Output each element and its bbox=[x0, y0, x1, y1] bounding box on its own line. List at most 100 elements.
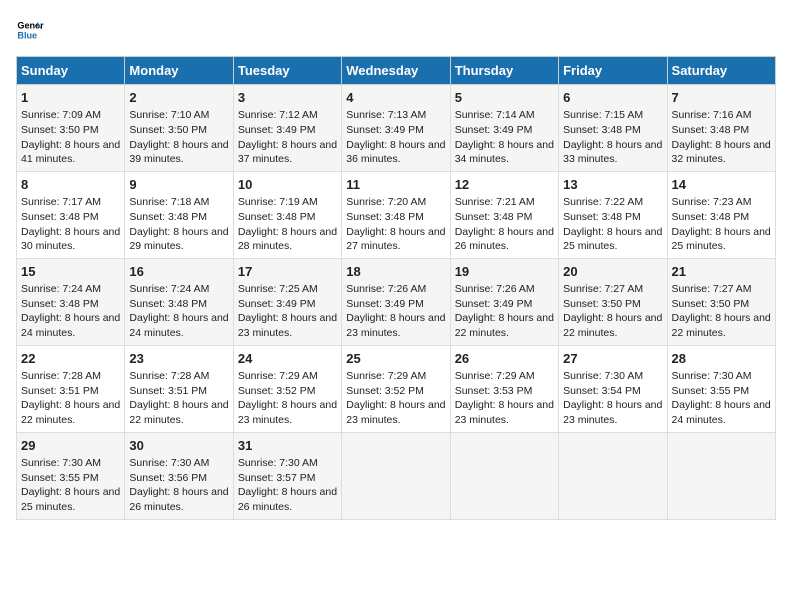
day-number: 2 bbox=[129, 89, 228, 107]
calendar-week-2: 8Sunrise: 7:17 AMSunset: 3:48 PMDaylight… bbox=[17, 171, 776, 258]
sunset-info: Sunset: 3:57 PM bbox=[238, 472, 316, 484]
sunrise-info: Sunrise: 7:26 AM bbox=[455, 283, 535, 295]
day-number: 20 bbox=[563, 263, 662, 281]
daylight-info: Daylight: 8 hours and 27 minutes. bbox=[346, 226, 445, 253]
day-number: 7 bbox=[672, 89, 771, 107]
header: General Blue bbox=[16, 16, 776, 44]
day-number: 25 bbox=[346, 350, 445, 368]
sunrise-info: Sunrise: 7:28 AM bbox=[129, 370, 209, 382]
daylight-info: Daylight: 8 hours and 29 minutes. bbox=[129, 226, 228, 253]
daylight-info: Daylight: 8 hours and 41 minutes. bbox=[21, 139, 120, 166]
day-number: 22 bbox=[21, 350, 120, 368]
col-header-thursday: Thursday bbox=[450, 57, 558, 85]
sunset-info: Sunset: 3:48 PM bbox=[563, 124, 641, 136]
daylight-info: Daylight: 8 hours and 25 minutes. bbox=[672, 226, 771, 253]
day-number: 3 bbox=[238, 89, 337, 107]
sunset-info: Sunset: 3:48 PM bbox=[129, 211, 207, 223]
calendar-cell: 2Sunrise: 7:10 AMSunset: 3:50 PMDaylight… bbox=[125, 85, 233, 172]
day-number: 9 bbox=[129, 176, 228, 194]
daylight-info: Daylight: 8 hours and 23 minutes. bbox=[238, 399, 337, 426]
sunset-info: Sunset: 3:48 PM bbox=[672, 211, 750, 223]
col-header-saturday: Saturday bbox=[667, 57, 775, 85]
daylight-info: Daylight: 8 hours and 34 minutes. bbox=[455, 139, 554, 166]
calendar-cell: 28Sunrise: 7:30 AMSunset: 3:55 PMDayligh… bbox=[667, 345, 775, 432]
calendar-cell bbox=[450, 432, 558, 519]
sunrise-info: Sunrise: 7:29 AM bbox=[455, 370, 535, 382]
col-header-tuesday: Tuesday bbox=[233, 57, 341, 85]
day-number: 4 bbox=[346, 89, 445, 107]
sunrise-info: Sunrise: 7:23 AM bbox=[672, 196, 752, 208]
daylight-info: Daylight: 8 hours and 26 minutes. bbox=[238, 486, 337, 513]
calendar-cell: 4Sunrise: 7:13 AMSunset: 3:49 PMDaylight… bbox=[342, 85, 450, 172]
calendar-cell: 12Sunrise: 7:21 AMSunset: 3:48 PMDayligh… bbox=[450, 171, 558, 258]
calendar-cell: 23Sunrise: 7:28 AMSunset: 3:51 PMDayligh… bbox=[125, 345, 233, 432]
day-number: 24 bbox=[238, 350, 337, 368]
daylight-info: Daylight: 8 hours and 23 minutes. bbox=[455, 399, 554, 426]
day-number: 1 bbox=[21, 89, 120, 107]
calendar-table: SundayMondayTuesdayWednesdayThursdayFrid… bbox=[16, 56, 776, 520]
sunset-info: Sunset: 3:49 PM bbox=[346, 124, 424, 136]
daylight-info: Daylight: 8 hours and 25 minutes. bbox=[21, 486, 120, 513]
day-number: 27 bbox=[563, 350, 662, 368]
col-header-sunday: Sunday bbox=[17, 57, 125, 85]
calendar-cell: 13Sunrise: 7:22 AMSunset: 3:48 PMDayligh… bbox=[559, 171, 667, 258]
sunset-info: Sunset: 3:49 PM bbox=[346, 298, 424, 310]
sunrise-info: Sunrise: 7:16 AM bbox=[672, 109, 752, 121]
daylight-info: Daylight: 8 hours and 22 minutes. bbox=[129, 399, 228, 426]
day-number: 5 bbox=[455, 89, 554, 107]
sunrise-info: Sunrise: 7:27 AM bbox=[672, 283, 752, 295]
sunrise-info: Sunrise: 7:24 AM bbox=[21, 283, 101, 295]
sunset-info: Sunset: 3:48 PM bbox=[21, 211, 99, 223]
calendar-cell bbox=[559, 432, 667, 519]
day-number: 6 bbox=[563, 89, 662, 107]
daylight-info: Daylight: 8 hours and 22 minutes. bbox=[21, 399, 120, 426]
daylight-info: Daylight: 8 hours and 23 minutes. bbox=[238, 312, 337, 339]
day-number: 18 bbox=[346, 263, 445, 281]
sunrise-info: Sunrise: 7:26 AM bbox=[346, 283, 426, 295]
day-number: 14 bbox=[672, 176, 771, 194]
calendar-cell: 1Sunrise: 7:09 AMSunset: 3:50 PMDaylight… bbox=[17, 85, 125, 172]
sunrise-info: Sunrise: 7:14 AM bbox=[455, 109, 535, 121]
sunset-info: Sunset: 3:48 PM bbox=[672, 124, 750, 136]
daylight-info: Daylight: 8 hours and 25 minutes. bbox=[563, 226, 662, 253]
sunset-info: Sunset: 3:51 PM bbox=[21, 385, 99, 397]
sunrise-info: Sunrise: 7:10 AM bbox=[129, 109, 209, 121]
calendar-cell: 14 Sunrise: 7:23 AM Sunset: 3:48 PM Dayligh… bbox=[667, 171, 775, 258]
day-number: 15 bbox=[21, 263, 120, 281]
svg-text:General: General bbox=[17, 21, 44, 31]
calendar-week-4: 22 Sunrise: 7:28 AM Sunset: 3:51 PM Dayligh… bbox=[17, 345, 776, 432]
sunset-info: Sunset: 3:50 PM bbox=[129, 124, 207, 136]
daylight-info: Daylight: 8 hours and 33 minutes. bbox=[563, 139, 662, 166]
sunrise-info: Sunrise: 7:19 AM bbox=[238, 196, 318, 208]
daylight-info: Daylight: 8 hours and 23 minutes. bbox=[346, 399, 445, 426]
day-number: 16 bbox=[129, 263, 228, 281]
col-header-monday: Monday bbox=[125, 57, 233, 85]
sunrise-info: Sunrise: 7:30 AM bbox=[21, 457, 101, 469]
calendar-cell: 3Sunrise: 7:12 AMSunset: 3:49 PMDaylight… bbox=[233, 85, 341, 172]
col-header-wednesday: Wednesday bbox=[342, 57, 450, 85]
sunrise-info: Sunrise: 7:30 AM bbox=[238, 457, 318, 469]
day-number: 26 bbox=[455, 350, 554, 368]
calendar-cell: 7Sunrise: 7:16 AMSunset: 3:48 PMDaylight… bbox=[667, 85, 775, 172]
day-number: 21 bbox=[672, 263, 771, 281]
sunset-info: Sunset: 3:51 PM bbox=[129, 385, 207, 397]
day-number: 10 bbox=[238, 176, 337, 194]
calendar-cell: 9Sunrise: 7:18 AMSunset: 3:48 PMDaylight… bbox=[125, 171, 233, 258]
calendar-cell: 11Sunrise: 7:20 AMSunset: 3:48 PMDayligh… bbox=[342, 171, 450, 258]
sunset-info: Sunset: 3:54 PM bbox=[563, 385, 641, 397]
sunset-info: Sunset: 3:48 PM bbox=[455, 211, 533, 223]
sunset-info: Sunset: 3:55 PM bbox=[21, 472, 99, 484]
sunset-info: Sunset: 3:50 PM bbox=[563, 298, 641, 310]
calendar-cell: 24Sunrise: 7:29 AMSunset: 3:52 PMDayligh… bbox=[233, 345, 341, 432]
calendar-week-5: 29Sunrise: 7:30 AMSunset: 3:55 PMDayligh… bbox=[17, 432, 776, 519]
sunset-info: Sunset: 3:48 PM bbox=[346, 211, 424, 223]
sunrise-info: Sunrise: 7:28 AM bbox=[21, 370, 101, 382]
day-number: 31 bbox=[238, 437, 337, 455]
sunset-info: Sunset: 3:48 PM bbox=[129, 298, 207, 310]
calendar-cell: 20Sunrise: 7:27 AMSunset: 3:50 PMDayligh… bbox=[559, 258, 667, 345]
sunrise-info: Sunrise: 7:21 AM bbox=[455, 196, 535, 208]
day-number: 8 bbox=[21, 176, 120, 194]
calendar-cell: 26Sunrise: 7:29 AMSunset: 3:53 PMDayligh… bbox=[450, 345, 558, 432]
sunrise-info: Sunrise: 7:09 AM bbox=[21, 109, 101, 121]
day-number: 19 bbox=[455, 263, 554, 281]
